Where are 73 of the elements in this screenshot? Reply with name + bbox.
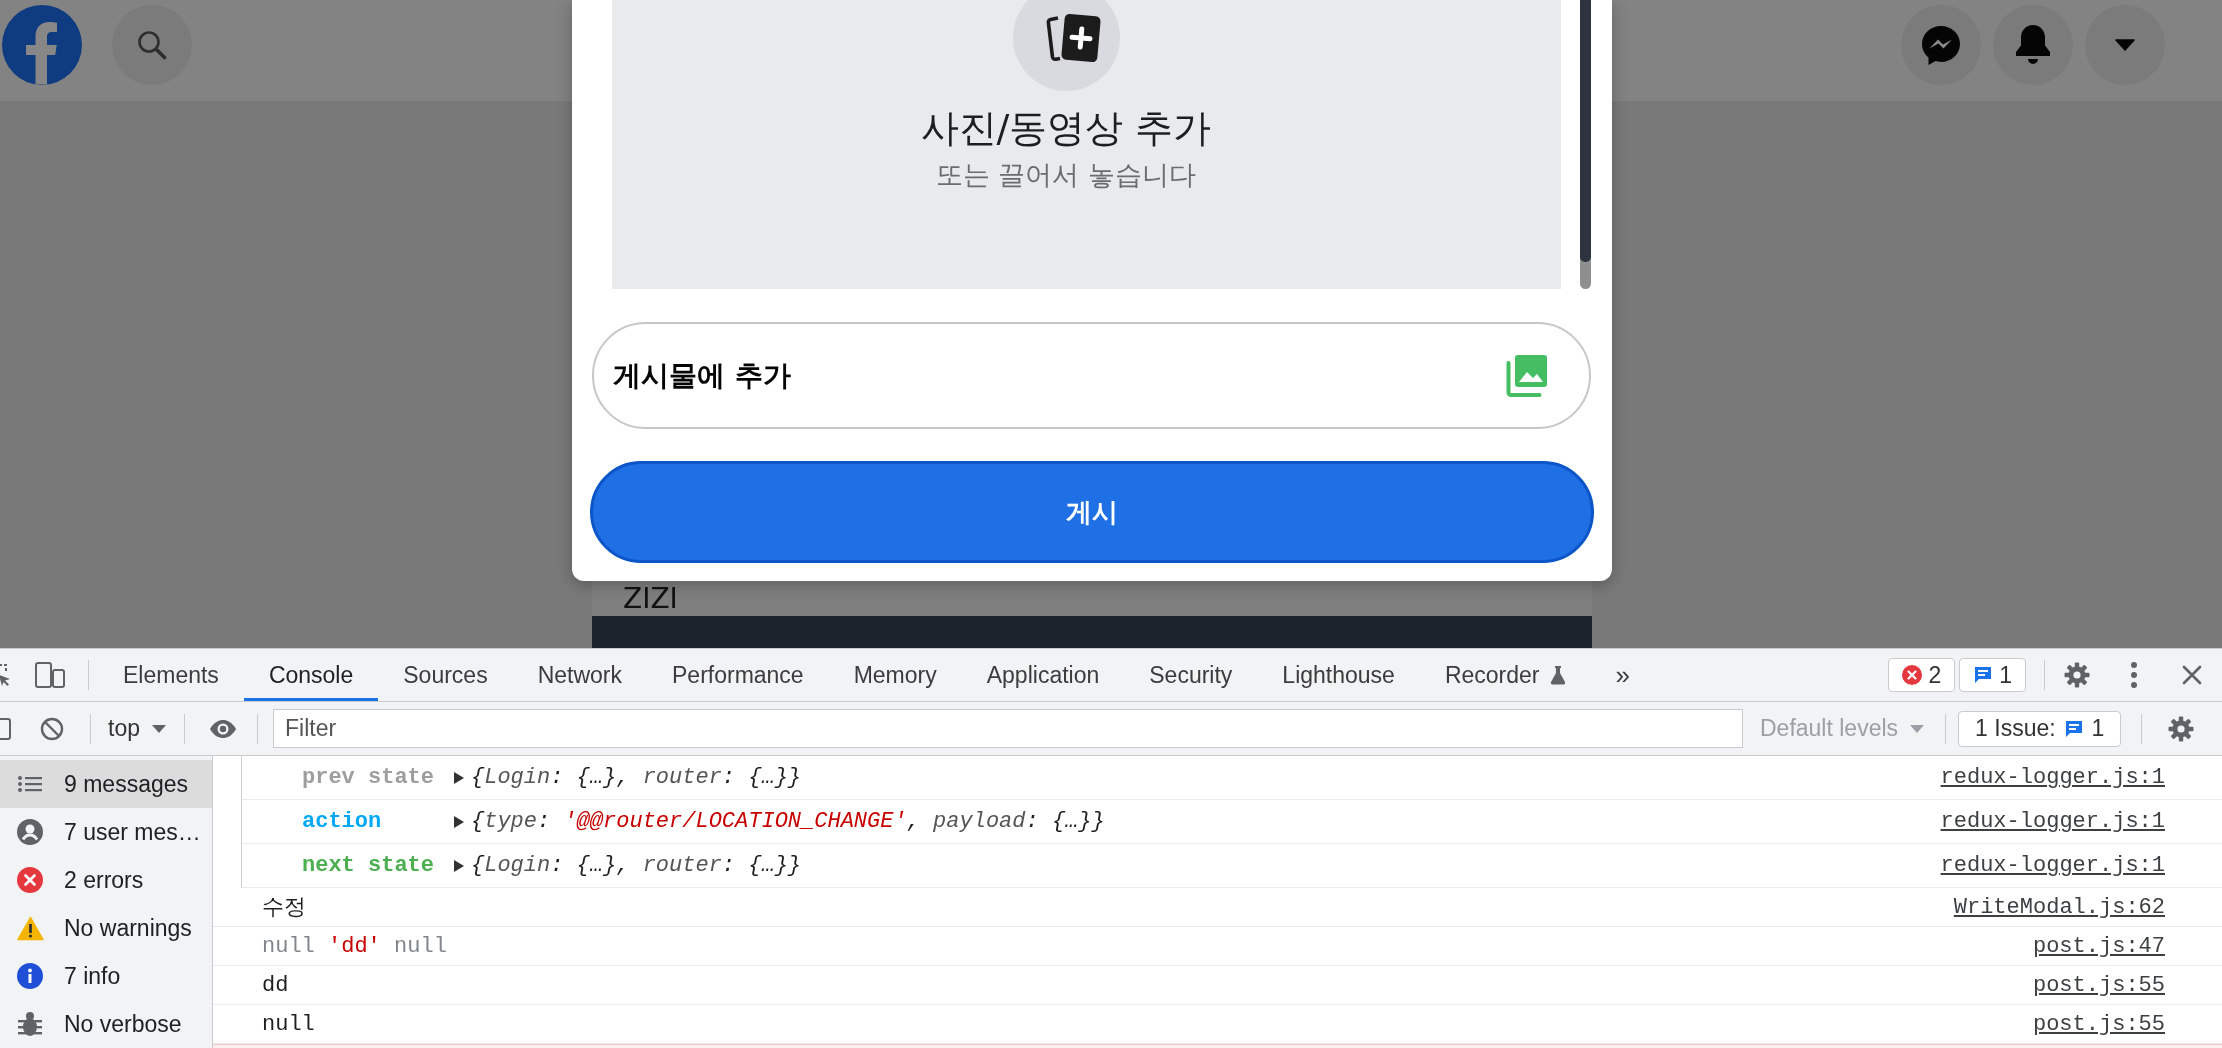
expand-triangle-icon[interactable]	[453, 771, 465, 784]
logo-icon[interactable]	[2, 4, 82, 85]
log-label: next state	[302, 853, 436, 878]
tab[interactable]: Sources	[378, 649, 513, 701]
error-icon	[17, 867, 43, 893]
source-link[interactable]: redux-logger.js:1	[1940, 809, 2165, 834]
sidebar-item[interactable]: No verbose	[0, 1000, 212, 1048]
upload-title: 사진/동영상 추가	[920, 105, 1212, 151]
tab[interactable]: Recorder	[1419, 649, 1591, 701]
log-message: 수정	[262, 895, 306, 922]
list-icon	[18, 776, 42, 792]
message-icon	[2063, 718, 2084, 739]
log-message: null	[262, 1011, 315, 1037]
source-link[interactable]: post.js:47	[2032, 933, 2165, 959]
tab[interactable]: Network	[512, 649, 647, 701]
source-link[interactable]: post.js:55	[2032, 972, 2165, 998]
flask-icon	[1549, 665, 1566, 685]
issues-button[interactable]: 1 Issue: 1	[1958, 710, 2122, 747]
source-link[interactable]: redux-logger.js:1	[1940, 765, 2165, 790]
error-icon	[1902, 665, 1923, 685]
caret-down-icon	[2115, 38, 2135, 51]
tab[interactable]: Elements	[98, 649, 244, 701]
error-count-badge[interactable]: 2	[1888, 658, 1956, 692]
tab[interactable]: Memory	[828, 649, 962, 701]
sidebar-toggle-icon[interactable]	[0, 715, 11, 742]
log-message: dd	[262, 972, 289, 998]
expand-triangle-icon[interactable]	[453, 815, 465, 828]
source-link[interactable]: redux-logger.js:1	[1940, 853, 2165, 878]
filter-field[interactable]: Filter	[273, 709, 1743, 748]
clear-console-icon[interactable]	[40, 716, 64, 741]
tab[interactable]: Lighthouse	[1257, 649, 1420, 701]
upload-dropzone[interactable]: 사진/동영상 추가 또는 끌어서 놓습니다	[612, 0, 1561, 289]
more-tabs-button[interactable]: »	[1590, 649, 1655, 701]
log-message: null 'dd' null	[262, 933, 447, 959]
device-icon[interactable]	[35, 662, 65, 688]
add-to-post-label: 게시물에 추가	[613, 357, 791, 394]
sidebar-item[interactable]: 7 info	[0, 952, 212, 1000]
expand-triangle-icon[interactable]	[453, 859, 465, 872]
context-selector[interactable]: top	[108, 715, 166, 742]
close-icon[interactable]	[2182, 665, 2202, 685]
photo-add-icon	[1012, 0, 1120, 91]
more-options-icon[interactable]	[2131, 662, 2137, 688]
tab[interactable]: Performance	[647, 649, 829, 701]
message-count-badge[interactable]: 1	[1959, 658, 2026, 692]
bug-icon	[18, 1011, 42, 1037]
settings-icon[interactable]	[2168, 715, 2195, 742]
tab[interactable]: Application	[961, 649, 1125, 701]
user-icon	[17, 819, 43, 845]
object-preview: {Login: {…}, router: {…}}	[471, 853, 802, 878]
caret-down-icon	[152, 724, 166, 733]
sidebar-item[interactable]: 7 user mes…	[0, 808, 212, 856]
tab[interactable]: Security	[1124, 649, 1258, 701]
message-icon	[1973, 665, 1994, 685]
upload-hint: 또는 끌어서 놓습니다	[935, 159, 1197, 191]
source-link[interactable]: WriteModal.js:62	[1953, 894, 2165, 920]
sidebar-item[interactable]: 2 errors	[0, 856, 212, 904]
object-preview: {Login: {…}, router: {…}}	[471, 765, 802, 790]
inspect-icon[interactable]	[0, 662, 12, 688]
caret-down-icon	[1910, 724, 1925, 733]
source-link[interactable]: post.js:55	[2032, 1011, 2165, 1037]
post-text: ZIZI	[622, 582, 678, 615]
log-label: prev state	[302, 765, 436, 790]
eye-icon[interactable]	[209, 718, 237, 739]
search-icon	[137, 29, 167, 60]
bell-icon	[2013, 22, 2053, 67]
info-icon	[17, 963, 43, 989]
post-button[interactable]: 게시	[590, 461, 1594, 563]
object-preview: {type: '@@router/LOCATION_CHANGE', payload: {…}}	[471, 809, 1105, 834]
warning-icon	[16, 915, 44, 941]
sidebar-item[interactable]: 9 messages	[0, 760, 212, 808]
log-label: action	[302, 809, 383, 834]
add-to-post-bar[interactable]: 게시물에 추가	[592, 322, 1591, 429]
sidebar-item[interactable]: No warnings	[0, 904, 212, 952]
